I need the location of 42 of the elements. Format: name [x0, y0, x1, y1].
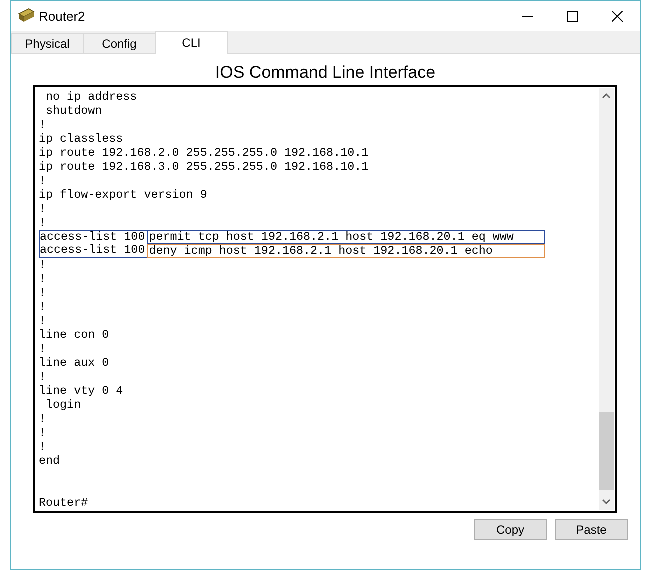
- action-button[interactable]: Copy: [474, 519, 547, 540]
- tab[interactable]: CLI: [155, 31, 228, 54]
- maximize-icon[interactable]: [567, 10, 578, 22]
- cli-line: !: [39, 300, 48, 314]
- panel-heading: IOS Command Line Interface: [214, 63, 437, 83]
- window-title: Router2: [39, 8, 86, 24]
- cli-line: ip route 192.168.3.0 255.255.255.0 192.168.10.1: [39, 160, 370, 174]
- cli-line: !: [39, 258, 48, 272]
- cli-line: !: [39, 370, 48, 384]
- cli-line: !: [39, 118, 48, 132]
- cli-line: ip route 192.168.2.0 255.255.255.0 192.168.10.1: [39, 146, 370, 160]
- cli-line: end: [39, 454, 62, 468]
- cli-line: !: [39, 286, 48, 300]
- cli-line: !: [39, 426, 48, 440]
- cli-line: !: [39, 272, 48, 286]
- cli-line: !: [39, 440, 48, 454]
- cli-keyword: access-list 100: [40, 244, 146, 257]
- cli-line: line aux 0: [39, 356, 110, 370]
- close-icon[interactable]: [612, 10, 623, 22]
- cli-line: line vty 0 4: [39, 384, 124, 398]
- router-icon: [17, 8, 35, 24]
- cli-line: !: [39, 202, 48, 216]
- scroll-up-icon[interactable]: [602, 93, 611, 99]
- cli-line: !: [39, 412, 48, 426]
- cli-line: no ip address: [45, 90, 138, 104]
- scrollbar[interactable]: [599, 88, 614, 510]
- tab[interactable]: Config: [83, 33, 156, 53]
- cli-line: ip classless: [39, 132, 124, 146]
- cli-line: ip flow-export version 9: [39, 188, 208, 202]
- scroll-down-icon[interactable]: [602, 499, 611, 505]
- cli-line: line con 0: [39, 328, 110, 342]
- tab[interactable]: Physical: [11, 33, 84, 53]
- scroll-thumb[interactable]: [599, 412, 614, 490]
- cli-line: !: [39, 216, 48, 230]
- action-button[interactable]: Paste: [555, 519, 628, 540]
- cli-keyword: access-list 100: [40, 231, 146, 244]
- cli-line: shutdown: [45, 104, 104, 118]
- cli-line: Router#: [39, 496, 90, 510]
- cli-line: !: [39, 174, 48, 188]
- cli-line: login: [45, 398, 82, 412]
- cli-line: !: [39, 314, 48, 328]
- cli-line: !: [39, 342, 48, 356]
